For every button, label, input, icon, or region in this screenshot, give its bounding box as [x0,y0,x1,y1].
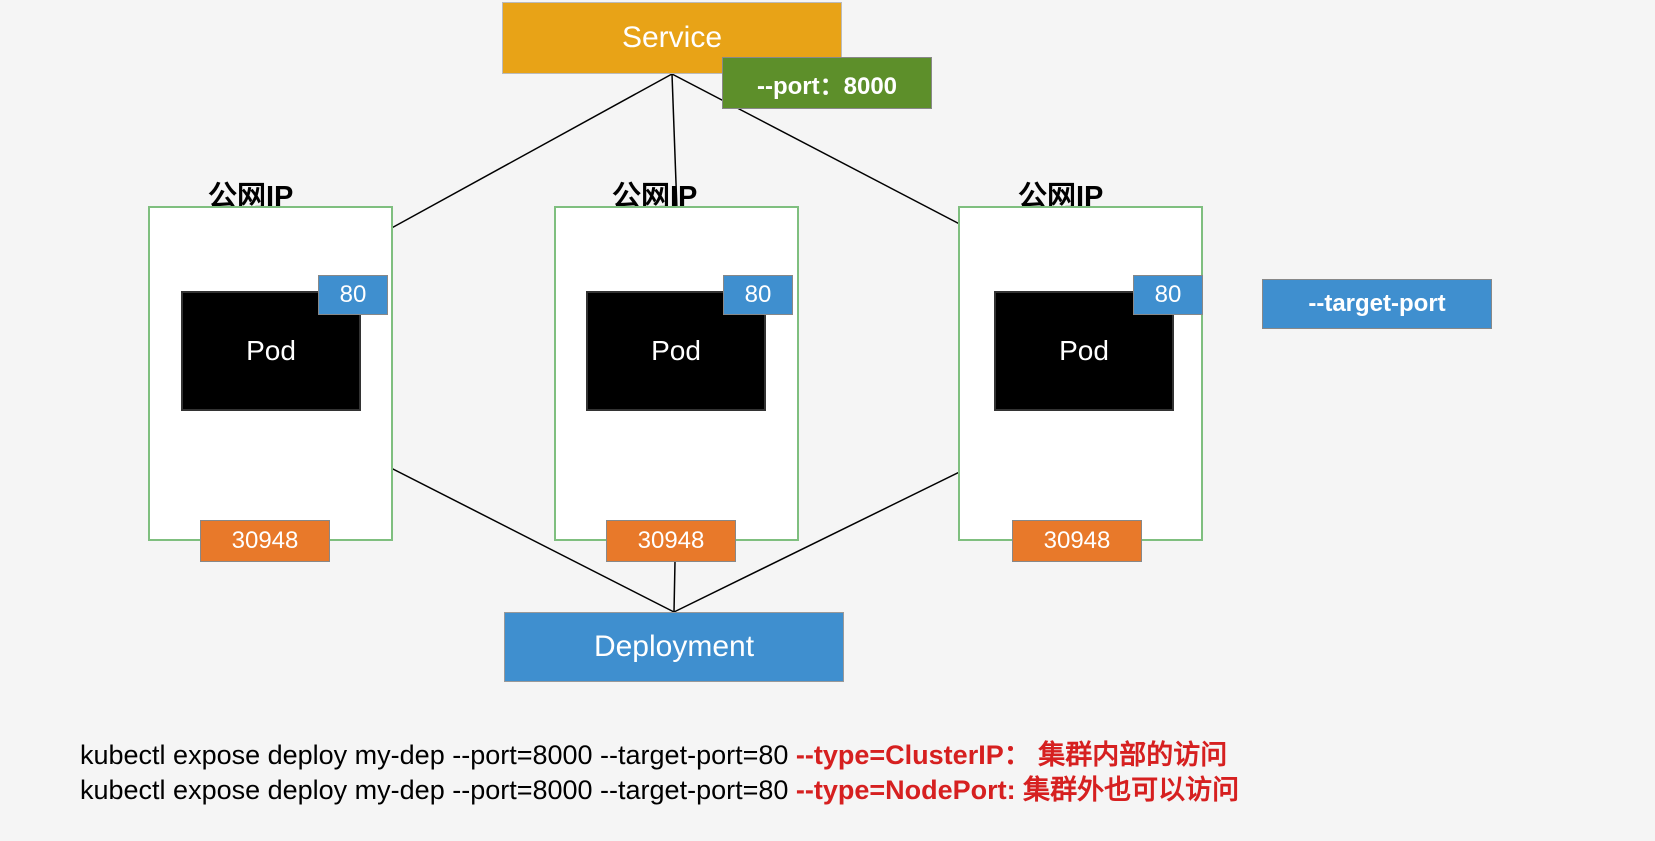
service-label: Service [622,21,722,55]
target-port-label: --target-port [1262,279,1492,329]
port-flag-badge: --port：8000 [722,57,932,109]
deployment-box: Deployment [504,612,844,682]
pod-label-3: Pod [1059,335,1109,367]
command-line-2: kubectl expose deploy my-dep --port=8000… [80,773,1239,808]
target-port-badge-1: 80 [318,275,388,315]
pod-label-2: Pod [651,335,701,367]
port-flag-text: --port：8000 [757,66,897,101]
node-port-badge-3: 30948 [1012,520,1142,562]
cmd1-black: kubectl expose deploy my-dep --port=8000… [80,740,796,770]
cmd1-red: --type=ClusterIP： 集群内部的访问 [796,740,1227,770]
command-line-1: kubectl expose deploy my-dep --port=8000… [80,738,1239,773]
node-port-badge-1: 30948 [200,520,330,562]
k8s-service-diagram: Service --port：8000 公网IP 公网IP 公网IP Pod P… [0,0,1655,841]
deployment-label: Deployment [594,630,754,664]
cmd2-black: kubectl expose deploy my-dep --port=8000… [80,775,796,805]
pod-label-1: Pod [246,335,296,367]
cmd2-red: --type=NodePort: 集群外也可以访问 [796,775,1239,805]
target-port-badge-3: 80 [1133,275,1203,315]
node-port-badge-2: 30948 [606,520,736,562]
commands-block: kubectl expose deploy my-dep --port=8000… [80,738,1239,808]
target-port-badge-2: 80 [723,275,793,315]
